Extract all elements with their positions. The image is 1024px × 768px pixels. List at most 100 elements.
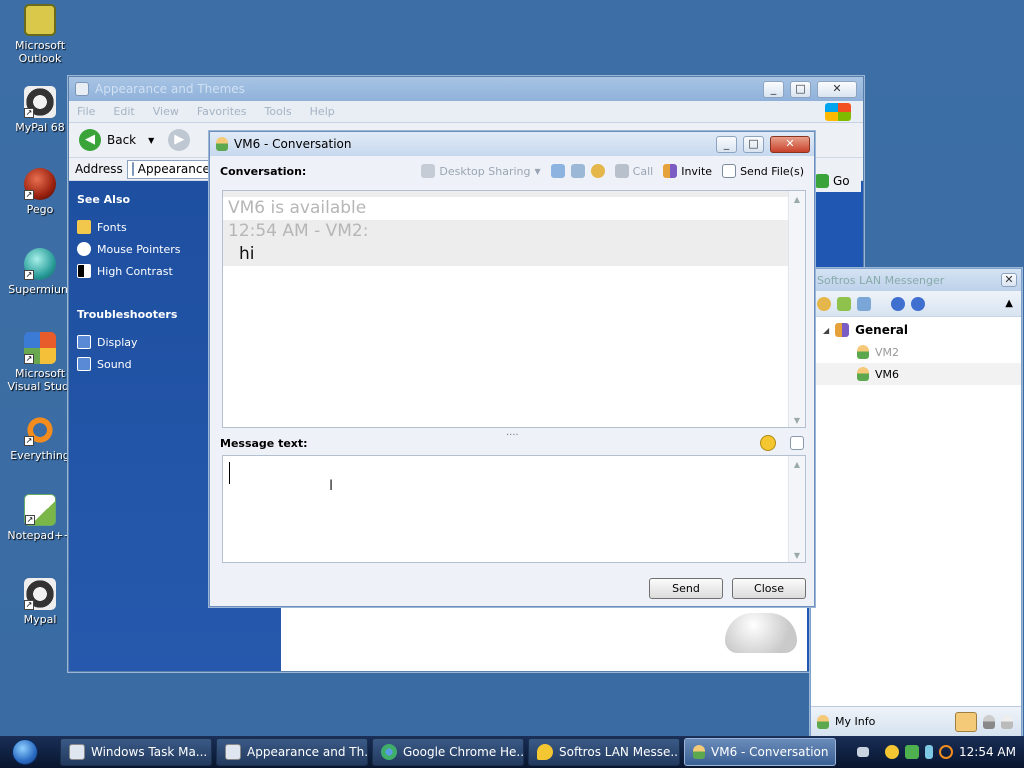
shortcut-arrow-icon: ↗ [24, 354, 34, 364]
control-panel-icon [75, 82, 89, 96]
messenger-titlebar[interactable]: Softros LAN Messenger ✕ [811, 269, 1021, 291]
forward-arrow-icon[interactable]: ▶ [168, 129, 191, 151]
close-dialog-button[interactable]: Close [732, 578, 806, 599]
task-appearance[interactable]: Appearance and Th... [216, 738, 368, 766]
my-info-button[interactable]: My Info [835, 715, 875, 728]
shortcut-arrow-icon: ↗ [24, 436, 34, 446]
sound-icon[interactable] [925, 745, 934, 759]
history-icon[interactable] [857, 296, 871, 311]
maximize-button[interactable]: □ [743, 135, 764, 153]
call-button[interactable]: Call [614, 164, 654, 178]
help-icon[interactable] [891, 296, 905, 311]
task-label: Google Chrome He... [403, 745, 524, 759]
network-icon[interactable] [905, 745, 920, 759]
desktop-sharing-button[interactable]: Desktop Sharing ▼ [421, 164, 541, 178]
close-button[interactable]: ✕ [817, 80, 857, 98]
go-button[interactable]: Go [811, 170, 861, 192]
message-input[interactable]: I ▲ ▼ [222, 455, 806, 563]
help-icon [77, 335, 91, 349]
message-block: VM6 is available 12:54 AM - VM2: hi [223, 191, 788, 266]
menu-bar: File Edit View Favorites Tools Help [69, 101, 863, 123]
contact-group-general[interactable]: ◢ General [811, 317, 1021, 337]
system-tray: 12:54 AM [849, 736, 1024, 768]
invite-users-icon [663, 164, 678, 178]
contact-vm2[interactable]: VM2 [811, 341, 1021, 363]
link-label: Mouse Pointers [97, 242, 181, 256]
menu-tools[interactable]: Tools [265, 105, 292, 118]
settings-icon[interactable] [817, 296, 831, 311]
group-label: General [855, 323, 908, 337]
link-label: Fonts [97, 220, 127, 234]
menu-view[interactable]: View [153, 105, 179, 118]
outlook-icon [24, 4, 56, 36]
window-title: VM6 - Conversation [234, 137, 352, 151]
address-field[interactable]: Appearance [126, 159, 213, 179]
go-label: Go [833, 174, 850, 188]
invite-label: Invite [681, 164, 713, 178]
send-files-button[interactable]: Send File(s) [722, 164, 804, 178]
collapse-icon[interactable]: ▲ [1005, 298, 1013, 309]
user-icon [857, 367, 869, 381]
back-arrow-icon[interactable]: ◀ [79, 129, 101, 151]
clock[interactable]: 12:54 AM [959, 745, 1016, 759]
chat-tray-icon[interactable] [885, 745, 900, 759]
keyboard-icon[interactable] [857, 747, 870, 757]
input-scrollbar[interactable]: ▲ ▼ [788, 456, 805, 562]
menu-favorites[interactable]: Favorites [197, 105, 247, 118]
send-file-icon [722, 164, 737, 178]
dropdown-arrow-icon[interactable]: ▼ [148, 136, 154, 145]
contact-vm6[interactable]: VM6 [811, 363, 1021, 385]
raccoon-icon: ↗ [24, 578, 56, 610]
smiley-icon[interactable] [760, 435, 776, 451]
task-chrome[interactable]: Google Chrome He... [372, 738, 524, 766]
close-button[interactable]: ✕ [1001, 273, 1017, 287]
invite-button[interactable]: Invite [663, 164, 712, 178]
conversation-header: Conversation: Desktop Sharing ▼ Call Inv… [210, 160, 814, 182]
back-label[interactable]: Back [107, 133, 136, 147]
messenger-window: Softros LAN Messenger ✕ ▲ ◢ General VM2 … [810, 268, 1022, 737]
chrome-icon [381, 744, 397, 760]
minimize-button[interactable]: _ [716, 135, 737, 153]
start-button[interactable] [0, 736, 50, 768]
menu-help[interactable]: Help [310, 105, 335, 118]
search-icon[interactable] [939, 745, 954, 759]
user-icon [693, 745, 705, 759]
go-arrow-icon [815, 174, 829, 188]
history-icon[interactable] [550, 164, 565, 178]
conversation-history[interactable]: VM6 is available 12:54 AM - VM2: hi ▲ ▼ [222, 190, 806, 428]
contact-name: VM2 [875, 345, 900, 359]
close-button[interactable]: ✕ [770, 135, 810, 153]
desktop: Microsoft Outlook ↗ MyPal 68 ↗ Pego ↗ Su… [0, 0, 1024, 737]
clipboard-icon[interactable] [570, 164, 585, 178]
call-label: Call [632, 164, 654, 178]
control-panel-icon [131, 162, 134, 176]
status-offline-icon[interactable] [1001, 714, 1013, 729]
pego-icon: ↗ [24, 168, 56, 200]
menu-edit[interactable]: Edit [113, 105, 134, 118]
add-group-icon[interactable] [837, 296, 851, 311]
settings-icon[interactable] [590, 164, 605, 178]
user-icon [817, 714, 829, 729]
status-away-icon[interactable] [983, 714, 995, 729]
shortcut-arrow-icon: ↗ [25, 515, 35, 525]
desktop-icon-label: Outlook [18, 52, 62, 65]
info-icon[interactable] [911, 296, 925, 311]
menu-file[interactable]: File [77, 105, 95, 118]
link-label: Display [97, 335, 138, 349]
task-softros[interactable]: Softros LAN Messe... [528, 738, 680, 766]
task-task-manager[interactable]: Windows Task Ma... [60, 738, 212, 766]
conversation-titlebar[interactable]: VM6 - Conversation _ □ ✕ [210, 132, 814, 156]
task-conversation[interactable]: VM6 - Conversation [684, 738, 836, 766]
desktop-icon-outlook[interactable]: Microsoft Outlook [0, 4, 80, 65]
appearance-titlebar[interactable]: Appearance and Themes _ □ ✕ [69, 77, 863, 101]
message-header-bar: Message text: [210, 432, 814, 454]
send-button[interactable]: Send [649, 578, 723, 599]
status-online-icon[interactable] [955, 711, 977, 732]
maximize-button[interactable]: □ [790, 80, 811, 98]
desktop-sharing-label: Desktop Sharing [439, 164, 531, 178]
minimize-button[interactable]: _ [763, 80, 784, 98]
format-text-icon[interactable] [790, 436, 804, 450]
status-line: VM6 is available [223, 197, 788, 220]
history-scrollbar[interactable]: ▲ ▼ [788, 191, 805, 427]
folder-icon [77, 220, 91, 234]
